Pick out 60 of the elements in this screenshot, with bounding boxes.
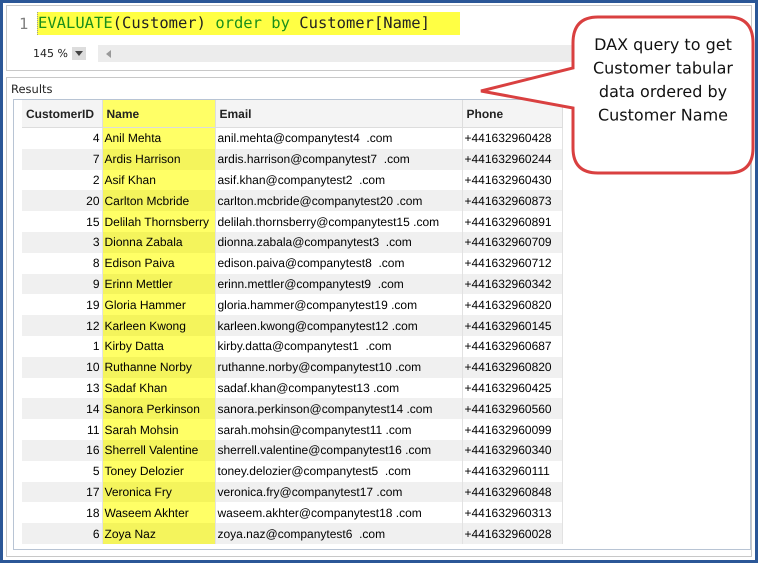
table-cell: +441632960340 bbox=[462, 440, 562, 461]
table-cell: 7 bbox=[22, 148, 102, 170]
table-cell: Kirby Datta bbox=[102, 336, 215, 357]
table-cell: Waseem Akhter bbox=[102, 502, 215, 524]
table-cell: Sadaf Khan bbox=[102, 378, 215, 398]
zoom-level: 145 % bbox=[33, 47, 68, 60]
table-cell: +441632960244 bbox=[462, 148, 562, 170]
table-cell: Dionna Zabala bbox=[102, 232, 215, 253]
table-cell: 9 bbox=[22, 274, 102, 294]
table-cell: +441632960028 bbox=[462, 523, 562, 544]
caret-icon bbox=[74, 51, 83, 56]
table-cell: Erinn Mettler bbox=[102, 274, 215, 294]
table-cell: Gloria Hammer bbox=[102, 294, 215, 316]
table-cell: +441632960873 bbox=[462, 190, 562, 212]
table-cell: sanora.perkinson@companytest14 .com bbox=[215, 398, 462, 420]
table-cell: 20 bbox=[22, 190, 102, 212]
table-cell: 14 bbox=[22, 398, 102, 420]
table-cell: +441632960145 bbox=[462, 315, 562, 336]
table-cell: Sarah Mohsin bbox=[102, 419, 215, 440]
column-header[interactable]: Name bbox=[102, 100, 215, 128]
table-cell: Karleen Kwong bbox=[102, 315, 215, 336]
column-header[interactable]: Email bbox=[215, 100, 462, 128]
table-cell: Sherrell Valentine bbox=[102, 440, 215, 461]
table-cell: +441632960342 bbox=[462, 274, 562, 294]
table-cell: karleen.kwong@companytest12 .com bbox=[215, 315, 462, 336]
table-cell: 16 bbox=[22, 440, 102, 461]
table-cell: 3 bbox=[22, 232, 102, 253]
table-cell: 12 bbox=[22, 315, 102, 336]
table-cell: Edison Paiva bbox=[102, 252, 215, 274]
table-cell: dionna.zabala@companytest3 .com bbox=[215, 232, 462, 253]
table-cell: +441632960820 bbox=[462, 356, 562, 378]
table-cell: erinn.mettler@companytest9 .com bbox=[215, 274, 462, 294]
zoom-dropdown[interactable] bbox=[72, 47, 86, 60]
table-cell: Veronica Fry bbox=[102, 482, 215, 502]
table-cell: 6 bbox=[22, 523, 102, 544]
table-cell: 10 bbox=[22, 356, 102, 378]
column-header[interactable]: Phone bbox=[462, 100, 562, 128]
results-title: Results bbox=[10, 81, 54, 98]
table-cell: veronica.fry@companytest17 .com bbox=[215, 482, 462, 502]
table-cell: Asif Khan bbox=[102, 170, 215, 190]
table-cell: zoya.naz@companytest6 .com bbox=[215, 523, 462, 544]
table-cell: Delilah Thornsberry bbox=[102, 211, 215, 232]
table-cell: carlton.mcbride@companytest20 .com bbox=[215, 190, 462, 212]
table-cell: Sanora Perkinson bbox=[102, 398, 215, 420]
table-cell: +441632960848 bbox=[462, 482, 562, 502]
line-number: 1 bbox=[19, 14, 30, 32]
table-cell: Ruthanne Norby bbox=[102, 356, 215, 378]
table-cell: Toney Delozier bbox=[102, 460, 215, 482]
table-cell: 17 bbox=[22, 482, 102, 502]
table-cell: +441632960560 bbox=[462, 398, 562, 420]
table-cell: Carlton Mcbride bbox=[102, 190, 215, 212]
table-cell: +441632960709 bbox=[462, 232, 562, 253]
table-cell: Anil Mehta bbox=[102, 128, 215, 149]
table-cell: Ardis Harrison bbox=[102, 148, 215, 170]
scroll-left-icon[interactable] bbox=[106, 50, 111, 58]
column-header[interactable]: CustomerID bbox=[22, 100, 102, 128]
table-cell: ruthanne.norby@companytest10 .com bbox=[215, 356, 462, 378]
table-cell: Zoya Naz bbox=[102, 523, 215, 544]
table-cell: sherrell.valentine@companytest16 .com bbox=[215, 440, 462, 461]
table-cell: ardis.harrison@companytest7 .com bbox=[215, 148, 462, 170]
